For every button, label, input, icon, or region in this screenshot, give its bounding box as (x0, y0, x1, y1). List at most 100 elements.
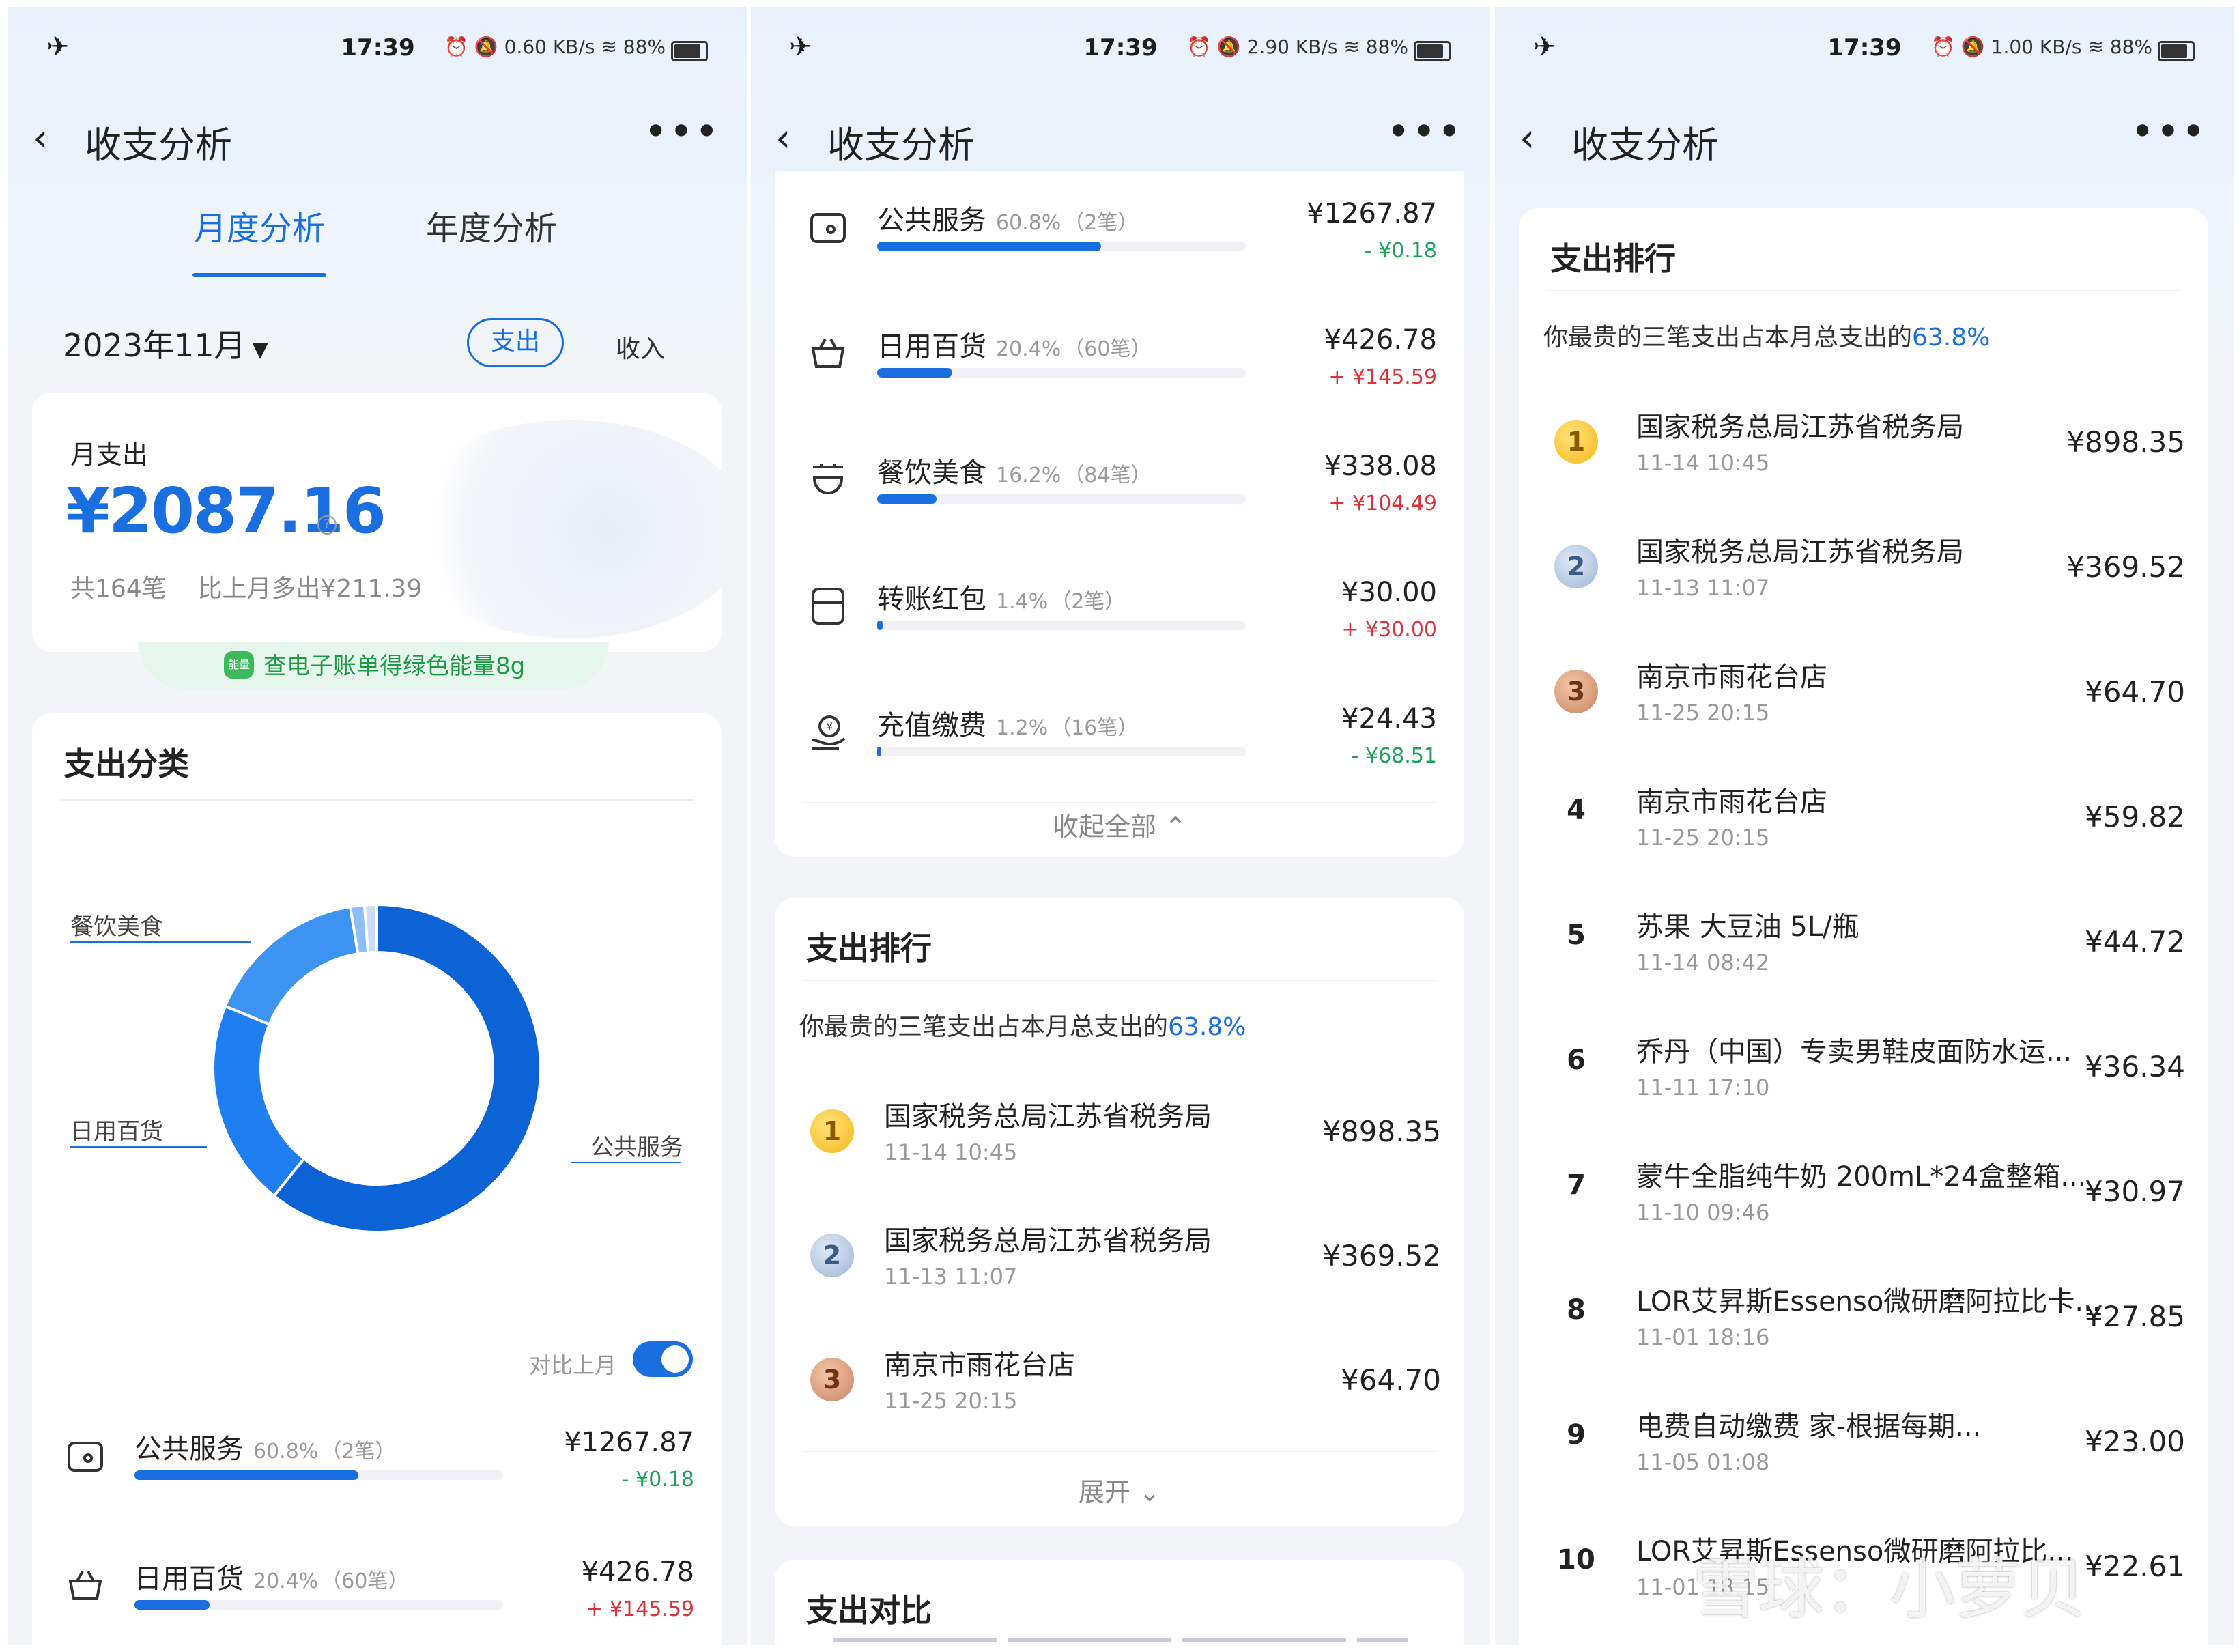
category-bar (134, 1600, 503, 1610)
net-speed: 0.60 (504, 35, 547, 58)
envelope-icon (812, 588, 844, 625)
donut-segment[interactable] (212, 1004, 306, 1198)
category-amount: ¥426.78 (1324, 324, 1437, 356)
category-bar-fill (134, 1600, 210, 1610)
category-bar (134, 1470, 503, 1480)
category-diff: - ¥68.51 (1351, 744, 1437, 768)
more-icon[interactable]: ••• (644, 108, 720, 156)
ranking-row[interactable]: 4 南京市雨花台店 11-25 20:15 ¥59.82 (1519, 767, 2208, 890)
page-title: 收支分析 (85, 124, 232, 167)
label-leader-line (70, 1146, 207, 1148)
category-label: 公共服务 (877, 205, 986, 236)
page-title: 收支分析 (1571, 124, 1719, 167)
summary-label: 月支出 (70, 440, 149, 470)
ranking-merchant: 国家税务总局江苏省税务局 (884, 1225, 1212, 1257)
ranking-amount: ¥59.82 (2085, 800, 2185, 834)
ranking-row[interactable]: 2 国家税务总局江苏省税务局 11-13 11:07 ¥369.52 (1519, 517, 2208, 640)
ranking-date: 11-14 08:42 (1636, 950, 1770, 975)
label-leader-line (571, 1162, 681, 1163)
help-icon[interactable]: ? (317, 515, 337, 535)
net-speed: 2.90 (1246, 35, 1289, 58)
more-icon[interactable]: ••• (1386, 108, 1463, 156)
back-icon[interactable]: ‹ (1520, 116, 1535, 160)
ranking-merchant: 南京市雨花台店 (1636, 786, 1827, 818)
ranking-row[interactable]: 6 乔丹（中国）专卖男鞋皮面防水运... 11-11 17:10 ¥36.34 (1519, 1017, 2208, 1140)
ranking-title: 支出排行 (1550, 240, 1676, 277)
category-label: 转账红包 (877, 584, 986, 615)
category-count: （60笔） (321, 1569, 409, 1593)
back-icon[interactable]: ‹ (33, 116, 48, 160)
expense-ranking-card: 支出排行 你最贵的三笔支出占本月总支出的63.8% 1 国家税务总局江苏省税务局… (775, 898, 1464, 1526)
cloud-illustration (394, 420, 722, 638)
battery-percent: 88% (2109, 35, 2152, 58)
ranking-date: 11-13 11:07 (884, 1264, 1018, 1290)
category-label: 公共服务 (134, 1434, 244, 1465)
category-bar (877, 747, 1246, 756)
category-count: （16笔） (1051, 716, 1139, 740)
category-pct: 1.2% (996, 716, 1049, 740)
gold-medal-icon: 1 (810, 1109, 854, 1153)
month-selector[interactable]: 2023年11月 ▼ (63, 321, 268, 366)
screen-monthly-overview: ✈ 17:39 ⏰ 🔕 0.60 KB/s ≋ 88% ‹ 收支分析 ••• 月… (8, 7, 747, 1645)
expand-button[interactable]: 展开 ⌄ (775, 1471, 1464, 1509)
tab-underline (192, 273, 326, 277)
ranking-row[interactable]: 2 国家税务总局江苏省税务局 11-13 11:07 ¥369.52 (775, 1206, 1464, 1329)
chevron-up-icon: ⌃ (1165, 812, 1186, 842)
ranking-amount: ¥27.85 (2085, 1300, 2185, 1333)
ranking-row[interactable]: 5 苏果 大豆油 5L/瓶 11-14 08:42 ¥44.72 (1519, 892, 2208, 1015)
donut-segment[interactable] (362, 902, 378, 954)
ranking-merchant: 蒙牛全脂纯牛奶 200mL*24盒整箱... (1636, 1161, 2087, 1193)
tab-monthly[interactable]: 月度分析 (194, 201, 325, 249)
category-row[interactable]: 餐饮美食 16.2% （84笔） ¥338.08 + ¥104.49 (775, 444, 1464, 546)
donut-segment[interactable] (223, 905, 360, 1027)
category-row[interactable]: 转账红包 1.4% （2笔） ¥30.00 + ¥30.00 (775, 570, 1464, 672)
category-row[interactable]: 日用百货 20.4% （60笔） ¥426.78 + ¥145.59 (775, 317, 1464, 420)
category-row[interactable]: 公共服务 60.8% （2笔） ¥1267.87 - ¥0.18 (32, 1420, 722, 1522)
category-count: （2笔） (1051, 590, 1126, 614)
expense-toggle-button[interactable]: 支出 (467, 318, 564, 367)
back-icon[interactable]: ‹ (775, 116, 790, 160)
category-pct: 60.8% (253, 1440, 319, 1464)
ranking-row[interactable]: 3 南京市雨花台店 11-25 20:15 ¥64.70 (1519, 642, 2208, 765)
ranking-amount: ¥369.52 (1322, 1239, 1441, 1272)
compare-last-month-toggle[interactable] (633, 1341, 693, 1377)
compare-toggle-label: 对比上月 (529, 1352, 617, 1378)
category-row[interactable]: ¥ 充值缴费 1.2% （16笔） ¥24.43 - ¥68.51 (775, 696, 1464, 799)
category-row[interactable]: 公共服务 60.8% （2笔） ¥1267.87 - ¥0.18 (775, 191, 1464, 294)
ranking-row[interactable]: 8 LOR艾昇斯Essenso微研磨阿拉比卡... 11-01 18:16 ¥27.8… (1519, 1267, 2208, 1390)
ranking-row[interactable]: 1 国家税务总局江苏省税务局 11-14 10:45 ¥898.35 (775, 1082, 1464, 1205)
category-pct: 20.4% (996, 337, 1061, 361)
more-icon[interactable]: ••• (2130, 108, 2207, 156)
chevron-down-icon: ⌄ (1139, 1477, 1160, 1507)
battery-percent: 88% (1365, 35, 1408, 58)
category-bar (877, 621, 1246, 630)
collapse-all-button[interactable]: 收起全部 ⌃ (775, 806, 1464, 843)
basket-icon (811, 339, 845, 368)
income-toggle-button[interactable]: 收入 (616, 329, 665, 365)
category-name: 转账红包 1.4% （2笔） (877, 577, 1125, 616)
ranking-row[interactable]: 9 电费自动缴费 家-根据每期... 11-05 01:08 ¥23.00 (1519, 1392, 2208, 1515)
expand-label: 展开 (1079, 1477, 1131, 1507)
ranking-row[interactable]: 1 国家税务总局江苏省税务局 11-14 10:45 ¥898.35 (1519, 393, 2208, 515)
tab-yearly[interactable]: 年度分析 (426, 201, 557, 249)
category-amount: ¥338.08 (1324, 451, 1437, 482)
ranking-subtitle: 你最贵的三笔支出占本月总支出的63.8% (1543, 317, 1990, 353)
category-bar-fill (877, 368, 953, 378)
ranking-row[interactable]: 7 蒙牛全脂纯牛奶 200mL*24盒整箱... 11-10 09:46 ¥30.97 (1519, 1142, 2208, 1265)
ranking-row[interactable]: 3 南京市雨花台店 11-25 20:15 ¥64.70 (775, 1330, 1464, 1453)
category-name: 公共服务 60.8% （2笔） (877, 198, 1138, 238)
green-energy-text[interactable]: 查电子账单得绿色能量8g (263, 647, 525, 681)
category-count: （2笔） (1064, 211, 1139, 235)
category-row[interactable]: 日用百货 20.4% （60笔） ¥426.78 + ¥145.59 (32, 1550, 722, 1645)
divider (802, 1451, 1437, 1452)
status-bar: ✈ 17:39 ⏰ 🔕 0.60 KB/s ≋ 88% (8, 31, 747, 72)
ranking-amount: ¥898.35 (1322, 1115, 1441, 1148)
bronze-medal-icon: 3 (1554, 670, 1598, 713)
category-pct: 16.2% (996, 464, 1061, 487)
status-bar: ✈ 17:39 ⏰ 🔕 1.00 KB/s ≋ 88% (1495, 31, 2234, 72)
donut-label-daily: 日用百货 (70, 1118, 163, 1145)
ranking-date: 11-25 20:15 (1636, 700, 1770, 726)
expense-category-card: 支出分类 餐饮美食 日用百货 公共服务 对比上月 公共服务 60.8% （2笔） ¥… (32, 713, 722, 1645)
divider (59, 799, 694, 801)
ranking-merchant: 乔丹（中国）专卖男鞋皮面防水运... (1636, 1036, 2072, 1068)
